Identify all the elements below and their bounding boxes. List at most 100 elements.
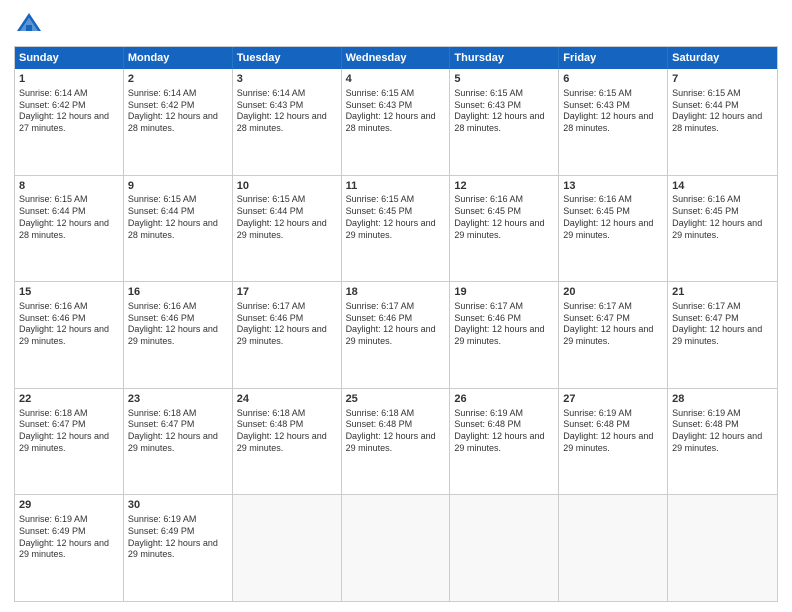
day-number: 10: [237, 179, 337, 194]
day-number: 13: [563, 179, 663, 194]
cal-cell: [559, 495, 668, 601]
cell-info: Sunrise: 6:17 AMSunset: 6:46 PMDaylight:…: [346, 301, 446, 348]
cell-info: Sunrise: 6:16 AMSunset: 6:45 PMDaylight:…: [672, 194, 773, 241]
day-number: 14: [672, 179, 773, 194]
cal-cell: 29Sunrise: 6:19 AMSunset: 6:49 PMDayligh…: [15, 495, 124, 601]
day-number: 4: [346, 72, 446, 87]
cell-info: Sunrise: 6:15 AMSunset: 6:44 PMDaylight:…: [672, 88, 773, 135]
cell-info: Sunrise: 6:19 AMSunset: 6:48 PMDaylight:…: [672, 408, 773, 455]
week-row-5: 29Sunrise: 6:19 AMSunset: 6:49 PMDayligh…: [15, 495, 777, 601]
calendar-header-row: SundayMondayTuesdayWednesdayThursdayFrid…: [15, 47, 777, 69]
cell-info: Sunrise: 6:18 AMSunset: 6:48 PMDaylight:…: [346, 408, 446, 455]
day-number: 12: [454, 179, 554, 194]
col-header-monday: Monday: [124, 47, 233, 69]
cal-cell: 15Sunrise: 6:16 AMSunset: 6:46 PMDayligh…: [15, 282, 124, 388]
week-row-3: 15Sunrise: 6:16 AMSunset: 6:46 PMDayligh…: [15, 282, 777, 389]
cal-cell: 27Sunrise: 6:19 AMSunset: 6:48 PMDayligh…: [559, 389, 668, 495]
cell-info: Sunrise: 6:16 AMSunset: 6:46 PMDaylight:…: [19, 301, 119, 348]
day-number: 2: [128, 72, 228, 87]
day-number: 18: [346, 285, 446, 300]
cal-cell: 11Sunrise: 6:15 AMSunset: 6:45 PMDayligh…: [342, 176, 451, 282]
col-header-saturday: Saturday: [668, 47, 777, 69]
day-number: 26: [454, 392, 554, 407]
day-number: 1: [19, 72, 119, 87]
day-number: 27: [563, 392, 663, 407]
cal-cell: 14Sunrise: 6:16 AMSunset: 6:45 PMDayligh…: [668, 176, 777, 282]
cell-info: Sunrise: 6:18 AMSunset: 6:47 PMDaylight:…: [128, 408, 228, 455]
cal-cell: 10Sunrise: 6:15 AMSunset: 6:44 PMDayligh…: [233, 176, 342, 282]
week-row-1: 1Sunrise: 6:14 AMSunset: 6:42 PMDaylight…: [15, 69, 777, 176]
cell-info: Sunrise: 6:14 AMSunset: 6:43 PMDaylight:…: [237, 88, 337, 135]
col-header-wednesday: Wednesday: [342, 47, 451, 69]
cal-cell: 16Sunrise: 6:16 AMSunset: 6:46 PMDayligh…: [124, 282, 233, 388]
day-number: 3: [237, 72, 337, 87]
cal-cell: 17Sunrise: 6:17 AMSunset: 6:46 PMDayligh…: [233, 282, 342, 388]
day-number: 19: [454, 285, 554, 300]
day-number: 11: [346, 179, 446, 194]
day-number: 24: [237, 392, 337, 407]
cell-info: Sunrise: 6:16 AMSunset: 6:45 PMDaylight:…: [563, 194, 663, 241]
cal-cell: 30Sunrise: 6:19 AMSunset: 6:49 PMDayligh…: [124, 495, 233, 601]
cal-cell: 12Sunrise: 6:16 AMSunset: 6:45 PMDayligh…: [450, 176, 559, 282]
header: [14, 10, 778, 40]
cell-info: Sunrise: 6:15 AMSunset: 6:44 PMDaylight:…: [128, 194, 228, 241]
calendar: SundayMondayTuesdayWednesdayThursdayFrid…: [14, 46, 778, 602]
page: SundayMondayTuesdayWednesdayThursdayFrid…: [0, 0, 792, 612]
cal-cell: 28Sunrise: 6:19 AMSunset: 6:48 PMDayligh…: [668, 389, 777, 495]
cal-cell: 1Sunrise: 6:14 AMSunset: 6:42 PMDaylight…: [15, 69, 124, 175]
cell-info: Sunrise: 6:19 AMSunset: 6:49 PMDaylight:…: [128, 514, 228, 561]
week-row-2: 8Sunrise: 6:15 AMSunset: 6:44 PMDaylight…: [15, 176, 777, 283]
day-number: 21: [672, 285, 773, 300]
cal-cell: 2Sunrise: 6:14 AMSunset: 6:42 PMDaylight…: [124, 69, 233, 175]
cal-cell: 3Sunrise: 6:14 AMSunset: 6:43 PMDaylight…: [233, 69, 342, 175]
col-header-sunday: Sunday: [15, 47, 124, 69]
cal-cell: 7Sunrise: 6:15 AMSunset: 6:44 PMDaylight…: [668, 69, 777, 175]
cell-info: Sunrise: 6:15 AMSunset: 6:43 PMDaylight:…: [346, 88, 446, 135]
cal-cell: 19Sunrise: 6:17 AMSunset: 6:46 PMDayligh…: [450, 282, 559, 388]
cell-info: Sunrise: 6:19 AMSunset: 6:48 PMDaylight:…: [454, 408, 554, 455]
day-number: 8: [19, 179, 119, 194]
cell-info: Sunrise: 6:14 AMSunset: 6:42 PMDaylight:…: [19, 88, 119, 135]
cal-cell: 4Sunrise: 6:15 AMSunset: 6:43 PMDaylight…: [342, 69, 451, 175]
cal-cell: 8Sunrise: 6:15 AMSunset: 6:44 PMDaylight…: [15, 176, 124, 282]
day-number: 7: [672, 72, 773, 87]
day-number: 28: [672, 392, 773, 407]
cal-cell: [233, 495, 342, 601]
day-number: 5: [454, 72, 554, 87]
cell-info: Sunrise: 6:16 AMSunset: 6:46 PMDaylight:…: [128, 301, 228, 348]
cell-info: Sunrise: 6:15 AMSunset: 6:45 PMDaylight:…: [346, 194, 446, 241]
cal-cell: 25Sunrise: 6:18 AMSunset: 6:48 PMDayligh…: [342, 389, 451, 495]
cal-cell: [668, 495, 777, 601]
cal-cell: [342, 495, 451, 601]
cell-info: Sunrise: 6:17 AMSunset: 6:46 PMDaylight:…: [237, 301, 337, 348]
cal-cell: 24Sunrise: 6:18 AMSunset: 6:48 PMDayligh…: [233, 389, 342, 495]
day-number: 25: [346, 392, 446, 407]
cal-cell: 22Sunrise: 6:18 AMSunset: 6:47 PMDayligh…: [15, 389, 124, 495]
cell-info: Sunrise: 6:16 AMSunset: 6:45 PMDaylight:…: [454, 194, 554, 241]
cal-cell: 6Sunrise: 6:15 AMSunset: 6:43 PMDaylight…: [559, 69, 668, 175]
cal-cell: 20Sunrise: 6:17 AMSunset: 6:47 PMDayligh…: [559, 282, 668, 388]
col-header-friday: Friday: [559, 47, 668, 69]
cal-cell: 21Sunrise: 6:17 AMSunset: 6:47 PMDayligh…: [668, 282, 777, 388]
day-number: 22: [19, 392, 119, 407]
cal-cell: 5Sunrise: 6:15 AMSunset: 6:43 PMDaylight…: [450, 69, 559, 175]
day-number: 16: [128, 285, 228, 300]
cell-info: Sunrise: 6:19 AMSunset: 6:48 PMDaylight:…: [563, 408, 663, 455]
cell-info: Sunrise: 6:17 AMSunset: 6:47 PMDaylight:…: [563, 301, 663, 348]
col-header-thursday: Thursday: [450, 47, 559, 69]
cell-info: Sunrise: 6:15 AMSunset: 6:43 PMDaylight:…: [454, 88, 554, 135]
cell-info: Sunrise: 6:18 AMSunset: 6:47 PMDaylight:…: [19, 408, 119, 455]
day-number: 20: [563, 285, 663, 300]
day-number: 30: [128, 498, 228, 513]
cell-info: Sunrise: 6:19 AMSunset: 6:49 PMDaylight:…: [19, 514, 119, 561]
cell-info: Sunrise: 6:14 AMSunset: 6:42 PMDaylight:…: [128, 88, 228, 135]
week-row-4: 22Sunrise: 6:18 AMSunset: 6:47 PMDayligh…: [15, 389, 777, 496]
cell-info: Sunrise: 6:15 AMSunset: 6:44 PMDaylight:…: [19, 194, 119, 241]
cal-cell: 23Sunrise: 6:18 AMSunset: 6:47 PMDayligh…: [124, 389, 233, 495]
cal-cell: 26Sunrise: 6:19 AMSunset: 6:48 PMDayligh…: [450, 389, 559, 495]
calendar-body: 1Sunrise: 6:14 AMSunset: 6:42 PMDaylight…: [15, 69, 777, 601]
cal-cell: [450, 495, 559, 601]
cell-info: Sunrise: 6:15 AMSunset: 6:44 PMDaylight:…: [237, 194, 337, 241]
day-number: 29: [19, 498, 119, 513]
cell-info: Sunrise: 6:17 AMSunset: 6:46 PMDaylight:…: [454, 301, 554, 348]
